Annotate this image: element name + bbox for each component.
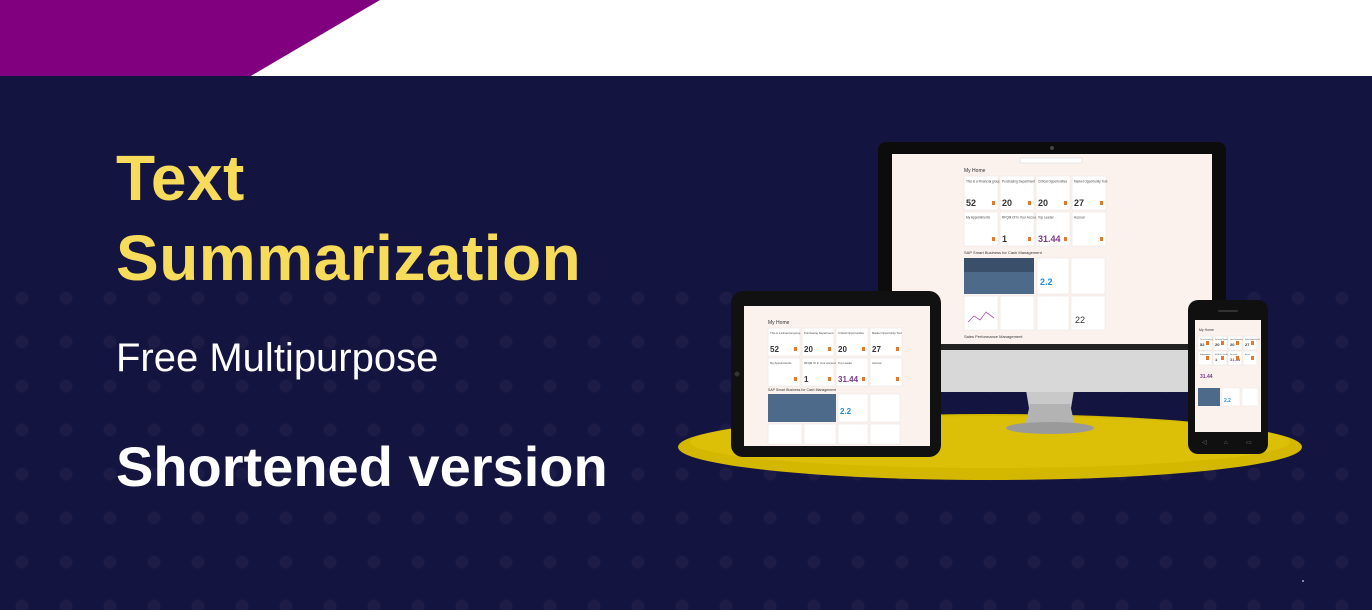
- monitor-tile-label: Accrual: [1074, 216, 1085, 220]
- tablet-tile-label: Accrual: [872, 361, 882, 365]
- tablet-tile-value: 20: [838, 345, 847, 354]
- tablet-cash-value: 2.2: [840, 407, 852, 416]
- tablet-tile-icon: [896, 347, 899, 351]
- hero-banner: Text Summarization Free Multipurpose Sho…: [0, 76, 1372, 610]
- tablet-tile-value: 52: [770, 345, 779, 354]
- phone-cash-value: 2.2: [1224, 398, 1231, 404]
- tablet-tile-label: Critical Opportunities: [838, 331, 865, 335]
- monitor-tile-value: 31.44: [1038, 234, 1061, 244]
- phone-tile-label: Top Leader: [1230, 354, 1237, 356]
- devices-illustration: My Home This is a Financial group 52 Purch…: [678, 142, 1302, 480]
- phone-tile-icon: [1251, 341, 1254, 345]
- phone-tile-icon: [1206, 356, 1209, 360]
- monitor-tile-icon: [992, 237, 995, 241]
- tablet-tile-value: 31.44: [838, 375, 859, 384]
- phone-tile: [1197, 350, 1213, 366]
- corner-dot: [1302, 580, 1304, 582]
- phone-home-title: My Home: [1199, 328, 1214, 332]
- phone-tile-value: 27: [1245, 342, 1250, 347]
- tablet-tile-value: 20: [804, 345, 813, 354]
- monitor-tile-label: Purchasing Department: [1002, 180, 1035, 184]
- phone-tile: [1242, 350, 1258, 366]
- phone-value: 31.44: [1200, 374, 1213, 380]
- monitor-liquidity-value: 22: [1075, 315, 1085, 325]
- monitor-tile-label: My Appointments: [966, 216, 991, 220]
- svg-text:⌂: ⌂: [1224, 440, 1228, 446]
- monitor-tile-label: Top Leader: [1038, 216, 1054, 220]
- monitor-tile-icon: [992, 201, 995, 205]
- tablet-tile-label: Market Opportunity Tool: [872, 331, 902, 335]
- monitor-tile-value: 20: [1002, 198, 1012, 208]
- phone-tile-icon: [1251, 356, 1254, 360]
- tablet-tile-icon: [862, 377, 865, 381]
- phone-tile-icon: [1236, 356, 1239, 360]
- monitor-cash-value: 2.2: [1040, 277, 1053, 287]
- phone-tile-icon: [1221, 356, 1224, 360]
- tablet-tile-label: Top Leader: [838, 361, 852, 365]
- phone-tile-value: 20: [1230, 342, 1235, 347]
- phone: My Home 31.44 2.2 ◁ ⌂ ▭: [1188, 300, 1268, 454]
- phone-tile-icon: [1206, 341, 1209, 345]
- monitor-tile-icon: [1064, 201, 1067, 205]
- phone-tile-value: 20: [1215, 342, 1220, 347]
- monitor-tile-icon: [1100, 237, 1103, 241]
- tablet-tile-icon: [794, 377, 797, 381]
- monitor-tile-value: 27: [1074, 198, 1084, 208]
- monitor-home-title: My Home: [964, 168, 986, 174]
- phone-tile-value: 31.44: [1230, 357, 1241, 362]
- monitor-section-sales: Sales Performance Management: [964, 334, 1023, 339]
- tablet-tile-icon: [828, 347, 831, 351]
- monitor-tile-icon: [1028, 237, 1031, 241]
- tablet-tile-label: My Appointments: [770, 361, 792, 365]
- svg-text:◁: ◁: [1202, 440, 1207, 446]
- tablet-tile-value: 1: [804, 375, 809, 384]
- tablet-home-title: My Home: [768, 320, 790, 326]
- tablet-tile-icon: [828, 377, 831, 381]
- tablet-section-cash: SAP Smart Business for Cash Management: [768, 388, 836, 392]
- monitor-tile-label: Critical Opportunities: [1038, 180, 1068, 184]
- monitor-tile-label: RFQM Of In Your Account: [1002, 216, 1038, 220]
- monitor-tile-value: 52: [966, 198, 976, 208]
- monitor-tile-icon: [1028, 201, 1031, 205]
- tablet-tile-label: Purchasing Department: [804, 331, 834, 335]
- monitor-tile-label: Market Opportunity Tool: [1074, 180, 1108, 184]
- monitor-tile-icon: [1064, 237, 1067, 241]
- tablet-tile-value: 27: [872, 345, 881, 354]
- monitor-tile-value: 20: [1038, 198, 1048, 208]
- svg-text:▭: ▭: [1246, 440, 1252, 446]
- tablet-tile-icon: [862, 347, 865, 351]
- tablet-tile-icon: [896, 377, 899, 381]
- monitor-section-cash: SAP Smart Business for Cash Management: [964, 250, 1043, 255]
- tablet-tile-label: RFQM Of In Your Account: [804, 361, 836, 365]
- phone-tile-icon: [1236, 341, 1239, 345]
- phone-tile-icon: [1221, 341, 1224, 345]
- monitor-tile-value: 1: [1002, 234, 1007, 244]
- phone-tile-value: 52: [1200, 342, 1205, 347]
- tablet-tile-label: This is a Financial group: [770, 331, 801, 335]
- tablet-tile-icon: [794, 347, 797, 351]
- monitor-tile-label: This is a Financial group: [966, 180, 1000, 184]
- monitor-tile-icon: [1100, 201, 1103, 205]
